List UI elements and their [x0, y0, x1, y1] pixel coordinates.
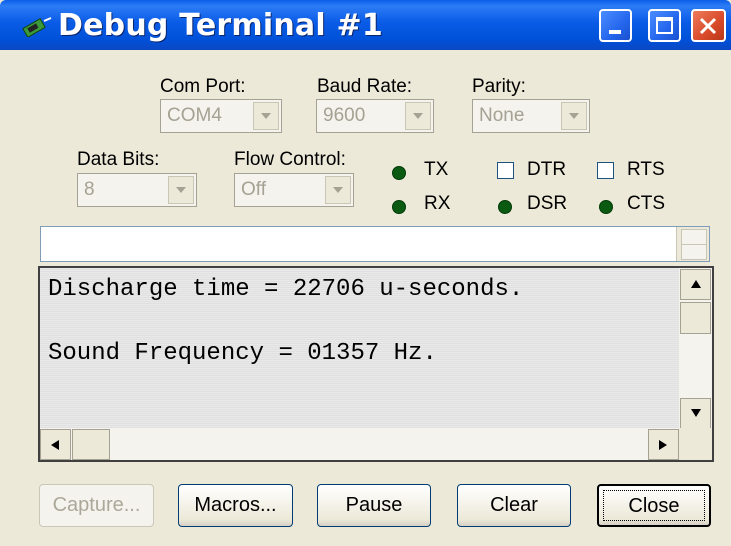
baud-rate-value: 9600: [323, 105, 366, 126]
parity-value: None: [479, 105, 525, 126]
receive-terminal[interactable]: Discharge time = 22706 u-seconds. Sound …: [38, 266, 714, 462]
dtr-label: DTR: [527, 159, 567, 180]
chevron-down-icon[interactable]: [405, 102, 431, 130]
com-port-value: COM4: [167, 105, 222, 126]
tx-led-icon: [392, 166, 406, 180]
chevron-down-icon[interactable]: [561, 102, 587, 130]
chevron-down-icon[interactable]: [325, 176, 351, 204]
com-port-select[interactable]: COM4: [160, 99, 282, 133]
scroll-up-mini-icon[interactable]: [681, 229, 707, 245]
tx-label: TX: [424, 159, 449, 180]
rts-checkbox[interactable]: [597, 162, 614, 179]
scroll-up-button[interactable]: [680, 269, 711, 300]
transmit-scroll[interactable]: [676, 227, 709, 261]
title-bar[interactable]: Debug Terminal #1: [0, 0, 731, 50]
clear-button[interactable]: Clear: [457, 484, 571, 527]
scroll-left-button[interactable]: [40, 429, 71, 460]
transmit-input[interactable]: [40, 226, 710, 262]
debug-terminal-app-icon: [20, 17, 52, 42]
window-title: Debug Terminal #1: [58, 8, 383, 43]
minimize-icon: [609, 30, 621, 34]
rx-label: RX: [424, 193, 451, 214]
scrollbar-corner: [679, 428, 712, 460]
scroll-down-mini-icon[interactable]: [681, 244, 707, 260]
horizontal-scroll-thumb[interactable]: [72, 429, 110, 460]
dsr-label: DSR: [527, 193, 568, 214]
close-window-button[interactable]: [691, 9, 726, 42]
parity-select[interactable]: None: [472, 99, 590, 133]
terminal-line: Sound Frequency = 01357 Hz.: [48, 340, 437, 367]
close-button[interactable]: Close: [597, 484, 711, 527]
rx-led-icon: [392, 200, 406, 214]
horizontal-scrollbar[interactable]: [40, 428, 680, 460]
terminal-line: Discharge time = 22706 u-seconds.: [48, 276, 524, 303]
flow-control-label: Flow Control:: [234, 149, 346, 170]
rts-label: RTS: [627, 159, 665, 180]
flow-control-value: Off: [241, 179, 266, 200]
cts-label: CTS: [627, 193, 665, 214]
chevron-down-icon[interactable]: [253, 102, 279, 130]
data-bits-value: 8: [84, 179, 95, 200]
arrow-right-icon: [659, 440, 667, 450]
vertical-scroll-thumb[interactable]: [680, 302, 711, 334]
data-bits-select[interactable]: 8: [77, 173, 197, 207]
capture-button[interactable]: Capture...: [39, 484, 154, 527]
macros-button[interactable]: Macros...: [178, 484, 293, 527]
chevron-down-icon[interactable]: [168, 176, 194, 204]
arrow-down-icon: [691, 409, 701, 417]
parity-label: Parity:: [472, 76, 526, 97]
baud-rate-label: Baud Rate:: [317, 76, 413, 97]
close-icon: [699, 17, 717, 35]
flow-control-select[interactable]: Off: [234, 173, 354, 207]
com-port-label: Com Port:: [160, 76, 246, 97]
minimize-button[interactable]: [599, 9, 632, 42]
vertical-scrollbar[interactable]: [679, 268, 712, 429]
debug-terminal-window: Debug Terminal #1 Com Port: Baud Rate: P…: [0, 0, 731, 546]
pause-button[interactable]: Pause: [317, 484, 431, 527]
scroll-right-button[interactable]: [648, 429, 679, 460]
maximize-icon: [656, 17, 673, 34]
maximize-button[interactable]: [648, 9, 681, 42]
arrow-up-icon: [691, 280, 701, 288]
close-button-label: Close: [603, 490, 705, 521]
arrow-left-icon: [51, 440, 59, 450]
data-bits-label: Data Bits:: [77, 149, 160, 170]
dtr-checkbox[interactable]: [497, 162, 514, 179]
dsr-led-icon: [498, 200, 512, 214]
cts-led-icon: [599, 200, 613, 214]
baud-rate-select[interactable]: 9600: [316, 99, 434, 133]
scroll-down-button[interactable]: [680, 398, 711, 429]
